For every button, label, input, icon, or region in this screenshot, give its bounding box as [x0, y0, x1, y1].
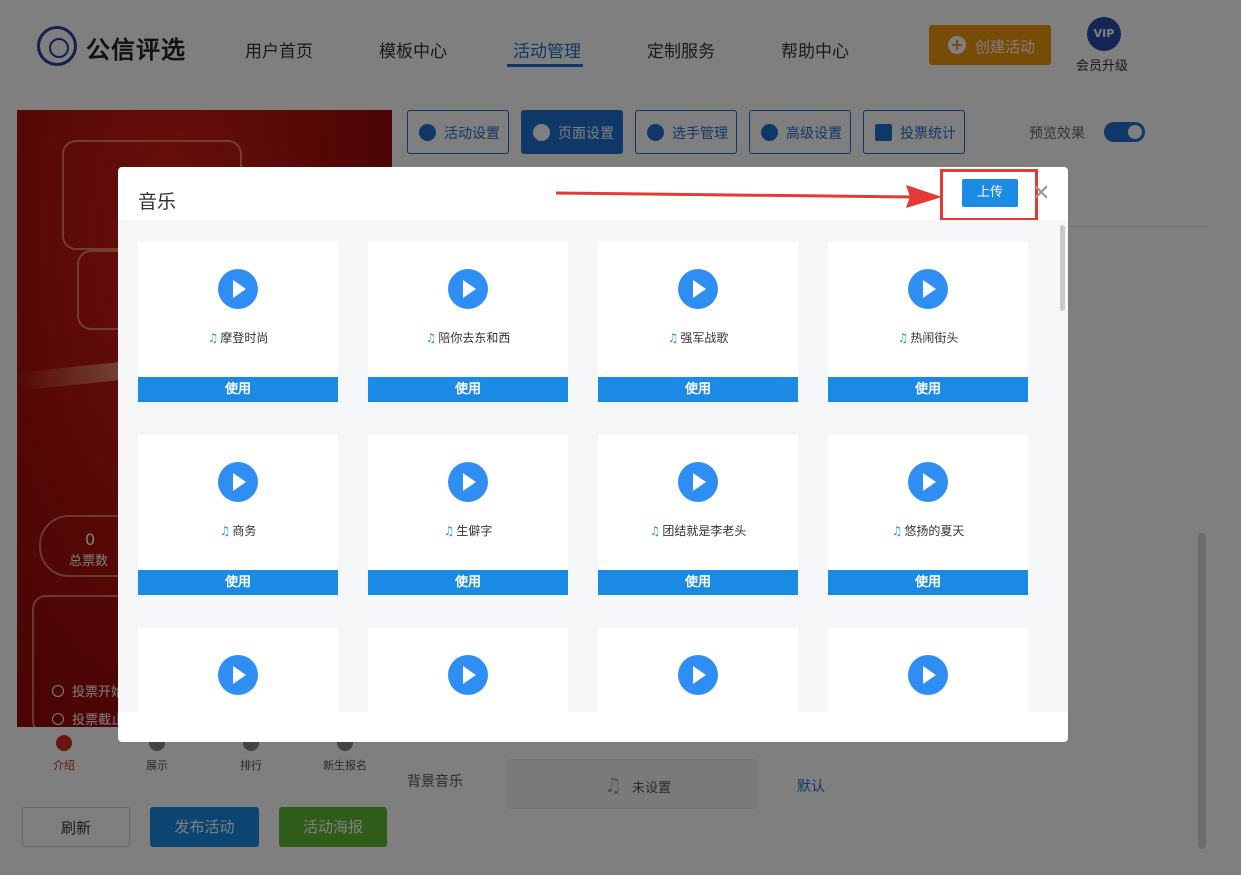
- music-card: [138, 628, 338, 712]
- music-card: ♫ 摩登时尚 使用: [138, 242, 338, 402]
- music-note-icon: ♫: [649, 524, 661, 538]
- music-card: ♫ 悠扬的夏天 使用: [828, 435, 1028, 595]
- music-card: ♫ 商务 使用: [138, 435, 338, 595]
- track-name: ♫ 团结就是李老头: [649, 524, 747, 538]
- music-card: ♫ 团结就是李老头 使用: [598, 435, 798, 595]
- upload-highlight-box: [940, 169, 1038, 221]
- use-button[interactable]: 使用: [368, 377, 568, 402]
- music-note-icon: ♫: [891, 524, 903, 538]
- use-button[interactable]: 使用: [598, 377, 798, 402]
- use-button[interactable]: 使用: [828, 570, 1028, 595]
- use-button[interactable]: 使用: [138, 377, 338, 402]
- music-note-icon: ♫: [667, 331, 679, 345]
- music-modal: 音乐 上传 ✕ ♫ 摩登时尚 使用 ♫ 陪你去东和西 使用 ♫ 强军战歌 使用 ♫ 热闹…: [118, 167, 1068, 742]
- music-grid: ♫ 摩登时尚 使用 ♫ 陪你去东和西 使用 ♫ 强军战歌 使用 ♫ 热闹街头 使用 ♫ 商…: [118, 220, 1068, 712]
- track-name: ♫ 摩登时尚: [207, 331, 269, 345]
- play-icon[interactable]: [448, 462, 488, 502]
- music-note-icon: ♫: [219, 524, 231, 538]
- play-icon[interactable]: [908, 655, 948, 695]
- music-card: ♫ 强军战歌 使用: [598, 242, 798, 402]
- track-name: ♫ 热闹街头: [897, 331, 959, 345]
- music-card: [368, 628, 568, 712]
- play-icon[interactable]: [678, 462, 718, 502]
- music-card: ♫ 生僻字 使用: [368, 435, 568, 595]
- music-note-icon: ♫: [897, 331, 909, 345]
- use-button[interactable]: 使用: [828, 377, 1028, 402]
- modal-title: 音乐: [138, 191, 177, 213]
- annotation-arrow: [555, 185, 942, 208]
- play-icon[interactable]: [678, 655, 718, 695]
- track-name: ♫ 强军战歌: [667, 331, 729, 345]
- music-card: [828, 628, 1028, 712]
- play-icon[interactable]: [448, 655, 488, 695]
- music-note-icon: ♫: [443, 524, 455, 538]
- play-icon[interactable]: [678, 269, 718, 309]
- play-icon[interactable]: [218, 269, 258, 309]
- play-icon[interactable]: [218, 462, 258, 502]
- music-note-icon: ♫: [207, 331, 219, 345]
- use-button[interactable]: 使用: [598, 570, 798, 595]
- music-card: ♫ 热闹街头 使用: [828, 242, 1028, 402]
- play-icon[interactable]: [908, 462, 948, 502]
- play-icon[interactable]: [908, 269, 948, 309]
- use-button[interactable]: 使用: [368, 570, 568, 595]
- modal-scrollbar[interactable]: [1060, 225, 1065, 311]
- music-card: ♫ 陪你去东和西 使用: [368, 242, 568, 402]
- track-name: ♫ 陪你去东和西: [425, 331, 511, 345]
- music-note-icon: ♫: [425, 331, 437, 345]
- track-name: ♫ 商务: [219, 524, 257, 538]
- use-button[interactable]: 使用: [138, 570, 338, 595]
- close-icon[interactable]: ✕: [1032, 181, 1050, 206]
- play-icon[interactable]: [448, 269, 488, 309]
- track-name: ♫ 悠扬的夏天: [891, 524, 965, 538]
- play-icon[interactable]: [218, 655, 258, 695]
- music-card: [598, 628, 798, 712]
- track-name: ♫ 生僻字: [443, 524, 493, 538]
